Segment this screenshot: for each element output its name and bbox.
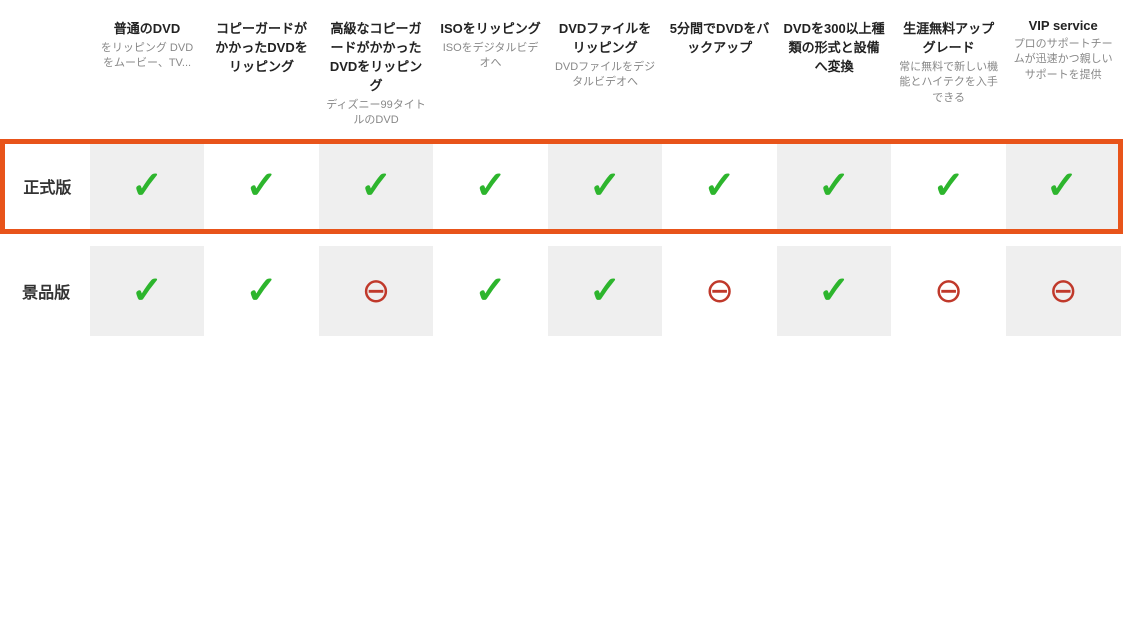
cell-row-official-col-copy-guard: ✓ (204, 141, 319, 231)
cell-row-free-col-advanced-copy: ⊖ (319, 246, 434, 336)
cell-row-official-col-normal-dvd: ✓ (90, 141, 205, 231)
check-icon: ✓ (933, 165, 965, 207)
data-row-row-free: 景品版 ✓ ✓ ⊖ ✓ ✓ ⊖ ✓ ⊖ ⊖ (3, 246, 1121, 336)
cell-row-free-col-5min: ⊖ (662, 246, 777, 336)
column-header-col-vip: VIP serviceプロのサポートチームが迅速かつ親しいサポートを提供 (1006, 10, 1121, 141)
cell-row-free-col-vip: ⊖ (1006, 246, 1121, 336)
column-header-col-upgrade: 生涯無料アップグレード常に無料で新しい機能とハイテクを入手できる (891, 10, 1006, 141)
cell-row-free-col-300: ✓ (777, 246, 892, 336)
column-header-col-300: DVDを300以上種類の形式と設備へ変換 (777, 10, 892, 141)
check-icon: ✓ (246, 165, 278, 207)
cell-row-free-col-normal-dvd: ✓ (90, 246, 205, 336)
minus-icon: ⊖ (705, 272, 734, 310)
check-icon: ✓ (589, 165, 621, 207)
feature-table: 普通のDVDをリッピング DVDをムービー、TV...コピーガードがかかったDV… (0, 10, 1123, 336)
cell-row-official-col-advanced-copy: ✓ (319, 141, 434, 231)
check-icon: ✓ (246, 270, 278, 312)
check-icon: ✓ (131, 165, 163, 207)
cell-row-official-col-5min: ✓ (662, 141, 777, 231)
minus-icon: ⊖ (1049, 272, 1078, 310)
cell-row-free-col-copy-guard: ✓ (204, 246, 319, 336)
column-header-col-5min: 5分間でDVDをバックアップ (662, 10, 777, 141)
minus-icon: ⊖ (362, 272, 391, 310)
check-icon: ✓ (475, 270, 507, 312)
column-header-col-normal-dvd: 普通のDVDをリッピング DVDをムービー、TV... (90, 10, 205, 141)
cell-row-official-col-dvd-file: ✓ (548, 141, 663, 231)
cell-row-official-col-upgrade: ✓ (891, 141, 1006, 231)
column-header-col-copy-guard: コピーガードがかかったDVDをリッピング (204, 10, 319, 141)
column-header-col-iso: ISOをリッピングISOをデジタルビデオへ (433, 10, 548, 141)
cell-row-official-col-vip: ✓ (1006, 141, 1121, 231)
separator-row (3, 231, 1121, 246)
minus-icon: ⊖ (934, 272, 963, 310)
check-icon: ✓ (589, 270, 621, 312)
data-row-row-official: 正式版 ✓ ✓ ✓ ✓ ✓ ✓ ✓ ✓ ✓ (3, 141, 1121, 231)
cell-row-free-col-dvd-file: ✓ (548, 246, 663, 336)
check-icon: ✓ (360, 165, 392, 207)
check-icon: ✓ (1046, 165, 1078, 207)
row-label-header (3, 10, 90, 141)
check-icon: ✓ (475, 165, 507, 207)
row-label-row-official: 正式版 (3, 141, 90, 231)
check-icon: ✓ (818, 165, 850, 207)
cell-row-free-col-iso: ✓ (433, 246, 548, 336)
comparison-container: 普通のDVDをリッピング DVDをムービー、TV...コピーガードがかかったDV… (0, 0, 1123, 336)
row-label-row-free: 景品版 (3, 246, 90, 336)
check-icon: ✓ (818, 270, 850, 312)
column-header-col-dvd-file: DVDファイルをリッピングDVDファイルをデジタルビデオへ (548, 10, 663, 141)
cell-row-official-col-iso: ✓ (433, 141, 548, 231)
cell-row-free-col-upgrade: ⊖ (891, 246, 1006, 336)
check-icon: ✓ (131, 270, 163, 312)
column-header-col-advanced-copy: 高級なコピーガードがかかったDVDをリッピングディズニー99タイトルのDVD (319, 10, 434, 141)
header-row: 普通のDVDをリッピング DVDをムービー、TV...コピーガードがかかったDV… (3, 10, 1121, 141)
check-icon: ✓ (704, 165, 736, 207)
cell-row-official-col-300: ✓ (777, 141, 892, 231)
